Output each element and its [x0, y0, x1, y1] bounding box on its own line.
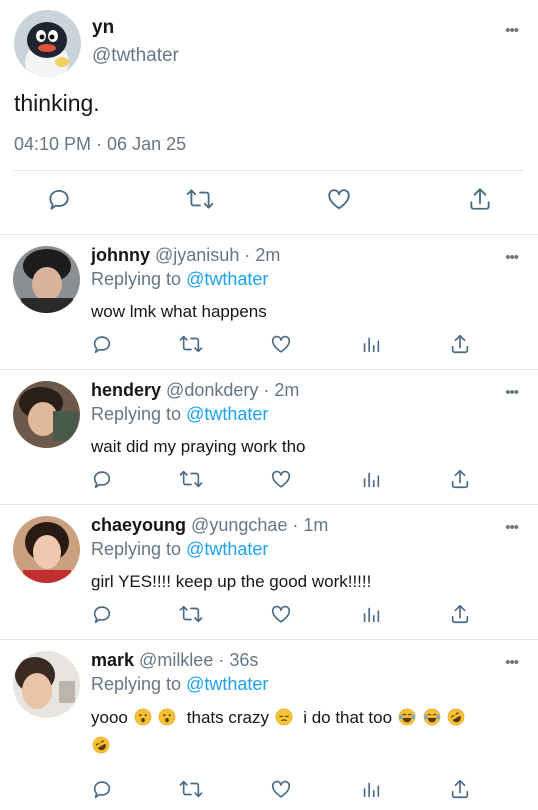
reply-tweet: johnny @jyanisuh · 2m ••• Replying to @t…	[0, 235, 538, 370]
author-handle-time[interactable]: @milklee · 36s	[139, 650, 258, 670]
pensive-face-icon	[275, 708, 293, 726]
like-icon[interactable]	[270, 603, 292, 625]
share-icon[interactable]	[449, 603, 471, 625]
rofl-icon	[447, 708, 465, 726]
like-icon[interactable]	[270, 468, 292, 490]
more-options-icon[interactable]: •••	[505, 654, 519, 671]
avatar[interactable]	[13, 651, 80, 718]
reply-icon[interactable]	[46, 186, 72, 212]
reply-text: yooo thats crazy i do that too	[91, 704, 511, 760]
like-icon[interactable]	[270, 333, 292, 355]
reply-icon[interactable]	[91, 603, 113, 625]
retweet-icon[interactable]	[179, 778, 203, 800]
reply-text: wait did my praying work tho	[91, 437, 306, 456]
share-icon[interactable]	[467, 186, 493, 212]
hushed-face-icon	[158, 708, 176, 726]
retweet-icon[interactable]	[179, 333, 203, 355]
author-handle-time[interactable]: @yungchae · 1m	[191, 515, 328, 535]
author-name[interactable]: chaeyoung	[91, 515, 186, 535]
author-name[interactable]: mark	[91, 650, 134, 670]
analytics-icon[interactable]	[360, 468, 382, 490]
analytics-icon[interactable]	[360, 333, 382, 355]
share-icon[interactable]	[449, 468, 471, 490]
tears-of-joy-icon	[423, 708, 441, 726]
reply-icon[interactable]	[91, 333, 113, 355]
more-options-icon[interactable]: •••	[505, 384, 519, 401]
reply-tweet: hendery @donkdery · 2m ••• Replying to @…	[0, 370, 538, 505]
analytics-icon[interactable]	[360, 778, 382, 800]
like-icon[interactable]	[270, 778, 292, 800]
reply-actions	[0, 603, 538, 627]
divider	[14, 170, 524, 171]
reply-text: girl YES!!!! keep up the good work!!!!!	[91, 572, 372, 591]
reply-actions	[0, 468, 538, 492]
mention-link[interactable]: @twthater	[186, 404, 268, 424]
author-name[interactable]: hendery	[91, 380, 161, 400]
author-name[interactable]: yn	[92, 17, 114, 39]
replying-to: Replying to @twthater	[91, 539, 269, 559]
replying-to: Replying to @twthater	[91, 674, 269, 694]
replying-to: Replying to @twthater	[91, 269, 269, 289]
reply-icon[interactable]	[91, 468, 113, 490]
avatar[interactable]	[13, 246, 80, 313]
share-icon[interactable]	[449, 778, 471, 800]
hushed-face-icon	[134, 708, 152, 726]
tears-of-joy-icon	[398, 708, 416, 726]
more-options-icon[interactable]: •••	[505, 22, 519, 39]
retweet-icon[interactable]	[186, 186, 214, 212]
avatar[interactable]	[13, 381, 80, 448]
author-name[interactable]: johnny	[91, 245, 150, 265]
mention-link[interactable]: @twthater	[186, 674, 268, 694]
reply-tweet: chaeyoung @yungchae · 1m ••• Replying to…	[0, 505, 538, 640]
more-options-icon[interactable]: •••	[505, 249, 519, 266]
reply-actions	[0, 778, 538, 802]
mention-link[interactable]: @twthater	[186, 539, 268, 559]
rofl-icon	[92, 736, 110, 754]
reply-icon[interactable]	[91, 778, 113, 800]
main-tweet: yn @twthater ••• thinking. 04:10 PM · 06…	[0, 0, 538, 235]
author-handle[interactable]: @twthater	[92, 45, 179, 67]
tweet-text: thinking.	[14, 90, 100, 116]
retweet-icon[interactable]	[179, 603, 203, 625]
more-options-icon[interactable]: •••	[505, 519, 519, 536]
analytics-icon[interactable]	[360, 603, 382, 625]
reply-text: wow lmk what happens	[91, 302, 267, 321]
tweet-actions	[0, 186, 538, 220]
mention-link[interactable]: @twthater	[186, 269, 268, 289]
author-handle-time[interactable]: @jyanisuh · 2m	[155, 245, 280, 265]
author-handle-time[interactable]: @donkdery · 2m	[166, 380, 299, 400]
reply-tweet: mark @milklee · 36s ••• Replying to @twt…	[0, 640, 538, 810]
replying-to: Replying to @twthater	[91, 404, 269, 424]
reply-actions	[0, 333, 538, 357]
avatar[interactable]	[14, 10, 81, 77]
avatar[interactable]	[13, 516, 80, 583]
share-icon[interactable]	[449, 333, 471, 355]
tweet-timestamp: 04:10 PM · 06 Jan 25	[14, 134, 187, 154]
like-icon[interactable]	[326, 186, 352, 212]
retweet-icon[interactable]	[179, 468, 203, 490]
